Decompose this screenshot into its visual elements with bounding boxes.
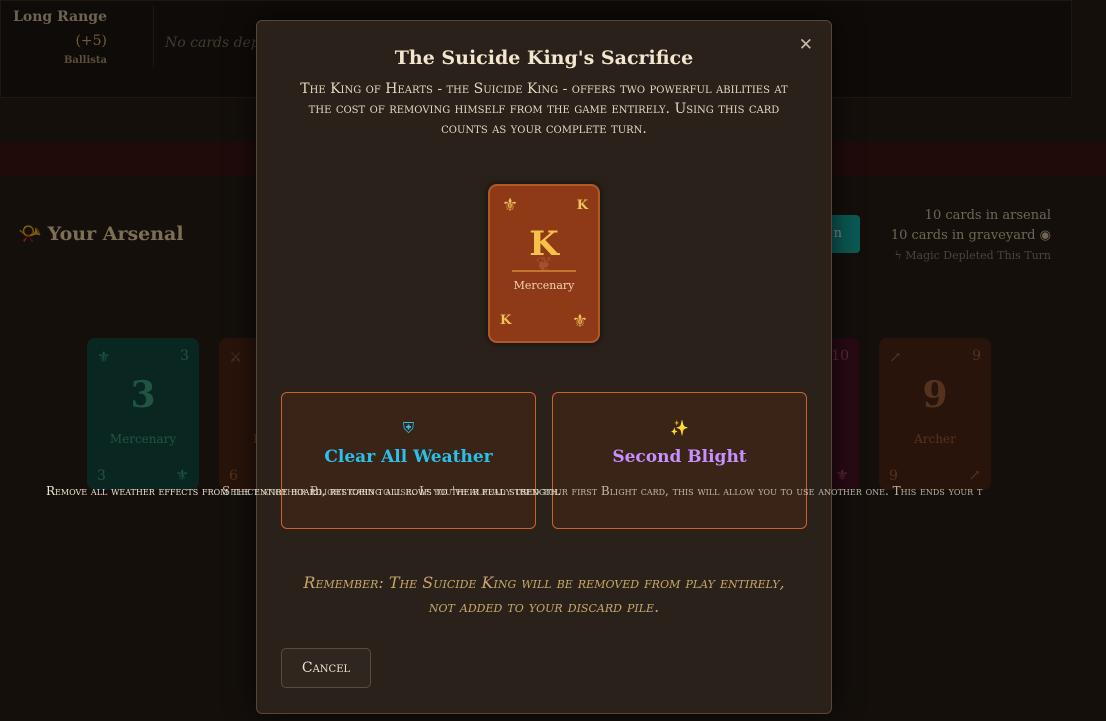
card-rank: 3 (130, 374, 156, 416)
bow-icon: ↗ (889, 348, 902, 366)
sparkles-icon: ✨ (670, 419, 689, 437)
hand-card[interactable]: ⚜ 3 3 Mercenary 3 ⚜ (87, 338, 199, 490)
graveyard-count[interactable]: 10 cards in graveyard ◉ (891, 226, 1051, 246)
shield-icon: ⛨ (402, 419, 415, 437)
card-corner-bottom: 9 (889, 468, 898, 484)
graveyard-count-text: 10 cards in graveyard (890, 228, 1036, 243)
card-role: Mercenary (513, 279, 575, 292)
card-corner: 3 (180, 348, 189, 364)
long-range-unit: Ballista (63, 55, 107, 66)
arsenal-count: 10 cards in arsenal (924, 208, 1051, 223)
divider (512, 270, 576, 272)
arsenal-title: Your Arsenal (47, 223, 184, 245)
option-label: Clear All Weather (324, 447, 493, 467)
card-role: Mercenary (109, 432, 177, 446)
long-range-label: Long Range (13, 9, 107, 25)
modal-description: The King of Hearts - the Suicide King - … (300, 81, 788, 137)
swords-icon: ⚔ (229, 348, 243, 366)
fleur-icon: ⚜ (97, 348, 111, 366)
modal-title: The Suicide King's Sacrifice (394, 47, 694, 69)
card-corner: K (576, 198, 588, 213)
fleur-icon: ⚜ (175, 466, 189, 484)
card-rank: 9 (922, 374, 948, 416)
deck-stats: 10 cards in arsenal 10 cards in graveyar… (891, 206, 1051, 266)
eye-icon[interactable]: ◉ (1040, 228, 1051, 243)
second-blight-option[interactable]: ✨ Second Blight (552, 392, 807, 529)
magic-status-text: Magic Depleted This Turn (905, 249, 1051, 262)
card-rank: K (529, 224, 559, 264)
second-blight-description: Select another Blight card to use. If yo… (222, 484, 983, 498)
bow-icon: ↗ (968, 466, 981, 484)
king-card: ⚜ K ❦ K Mercenary K ⚜ (488, 184, 600, 343)
arsenal-heading: 📯 Your Arsenal (18, 222, 184, 245)
long-range-bonus: (+5) (75, 33, 107, 49)
lightning-icon: ϟ (894, 249, 902, 262)
card-role: Archer (914, 432, 956, 446)
card-corner-bottom: 3 (97, 468, 106, 484)
card-corner-bottom: 6 (229, 468, 238, 484)
option-label: Second Blight (612, 447, 747, 467)
card-corner: 9 (972, 348, 981, 364)
remember-note: Remember: The Suicide King will be remov… (303, 573, 785, 616)
clear-all-weather-option[interactable]: ⛨ Clear All Weather (281, 392, 536, 529)
magic-status: ϟ Magic Depleted This Turn (891, 246, 1051, 266)
suicide-king-modal: ✕ The Suicide King's Sacrifice The King … (256, 20, 832, 714)
fleur-icon: ⚜ (502, 195, 519, 216)
divider (153, 5, 154, 67)
hand-card[interactable]: ↗ 9 9 Archer 9 ↗ (879, 338, 991, 490)
card-corner-bottom: K (500, 313, 512, 328)
card-corner: 10 (831, 348, 849, 364)
fleur-icon: ⚜ (571, 311, 588, 332)
cancel-button[interactable]: Cancel (281, 648, 371, 688)
fleur-icon: ⚜ (835, 466, 849, 484)
horn-icon: 📯 (18, 223, 42, 245)
empty-row-text: No cards dep (165, 35, 260, 51)
